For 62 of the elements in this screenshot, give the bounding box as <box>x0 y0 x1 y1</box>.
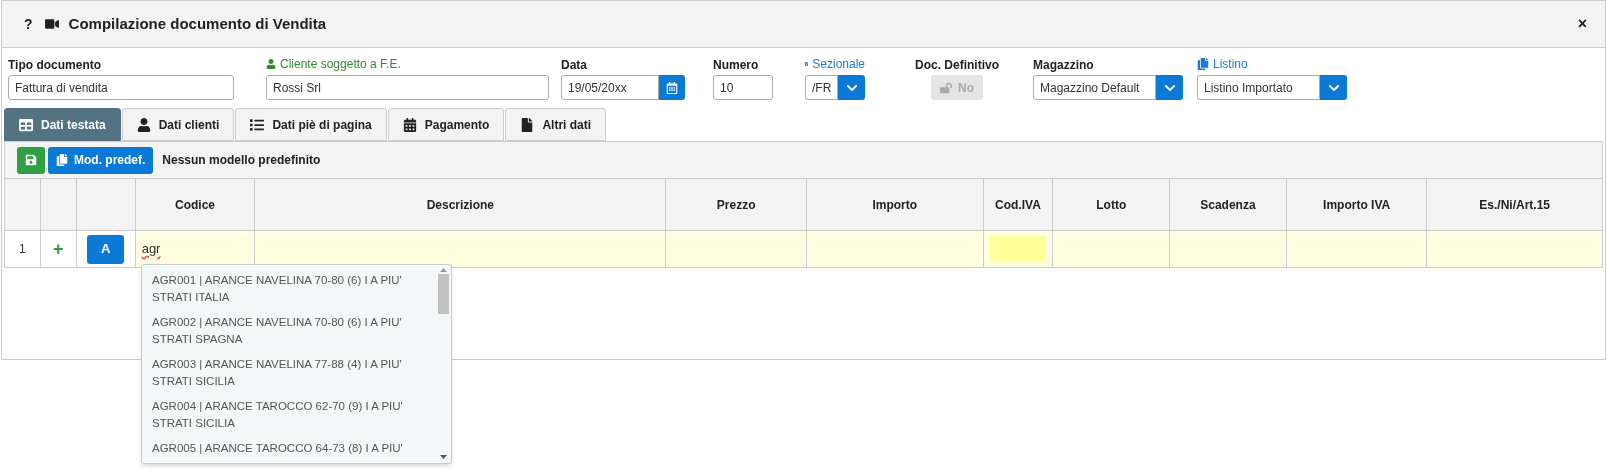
select-value: Listino Importato <box>1197 75 1320 100</box>
calendar-button[interactable] <box>659 75 685 100</box>
select-field[interactable]: Listino Importato <box>1197 75 1347 100</box>
scroll-down-icon[interactable] <box>440 455 447 459</box>
column-header: Es./Ni/Art.15 <box>1479 196 1551 214</box>
field-label-link[interactable]: Listino <box>1213 55 1248 73</box>
text-field[interactable]: 10 <box>713 75 773 100</box>
column-header: Lotto <box>1096 196 1127 214</box>
window-title: Compilazione documento di Vendita <box>68 13 327 34</box>
field-label: Magazzino <box>1033 57 1094 72</box>
code-input[interactable]: agr <box>141 239 161 259</box>
select-field[interactable]: Magazzino Default <box>1033 75 1183 100</box>
suggestion-item[interactable]: AGR004 | ARANCE TAROCCO 62-70 (9) I A PIU' STRATI SICILIA <box>142 394 436 436</box>
unlock-icon <box>940 81 952 94</box>
calendar-icon <box>666 81 678 94</box>
select-field[interactable]: /FR <box>805 75 865 100</box>
field-label: Tipo documento <box>8 57 102 72</box>
table-icon <box>19 117 33 132</box>
column-header: Prezzo <box>716 196 756 214</box>
copy-icon <box>1197 58 1209 70</box>
suggestion-item[interactable]: AGR005 | ARANCE TAROCCO 64-73 (8) I A PIU' <box>142 436 436 461</box>
suggestion-item[interactable]: AGR001 | ARANCE NAVELINA 70-80 (6) I A PIU' STRATI ITALIA <box>142 268 436 310</box>
tab[interactable]: Dati clienti <box>121 108 235 141</box>
video-icon[interactable] <box>44 17 59 31</box>
row-number: 1 <box>19 241 26 258</box>
copy-icon <box>56 154 68 166</box>
tab[interactable]: Altri dati <box>505 108 607 141</box>
tab[interactable]: Dati testata <box>4 108 121 141</box>
column-header: Cod.IVA <box>995 196 1041 214</box>
column-header: Codice <box>175 196 216 214</box>
tab[interactable]: Pagamento <box>387 108 505 141</box>
save-button[interactable] <box>17 146 45 174</box>
field-label-link[interactable]: Sezionale <box>812 55 865 73</box>
column-header: Scadenza <box>1200 196 1256 214</box>
select-value: /FR <box>805 75 838 100</box>
vat-code-field[interactable] <box>989 236 1047 262</box>
template-button[interactable]: Mod. predef. <box>48 146 154 174</box>
save-icon <box>25 154 37 166</box>
field-label: Doc. Definitivo <box>915 57 999 72</box>
mode-button[interactable]: A <box>87 234 125 264</box>
help-button[interactable]: ? <box>24 13 33 35</box>
column-header: Importo IVA <box>1323 196 1391 214</box>
date-field[interactable]: 19/05/20xx <box>561 75 659 100</box>
template-status: Nessun modello predefinito <box>162 152 321 169</box>
field-label: Data <box>561 57 587 72</box>
user-icon <box>266 59 276 69</box>
field-label: Numero <box>713 57 759 72</box>
file-icon <box>520 117 535 132</box>
suggestion-item[interactable]: AGR003 | ARANCE NAVELINA 77-88 (4) I A PIU' STRATI SICILIA <box>142 352 436 394</box>
text-field[interactable]: Fattura di vendita <box>8 75 234 100</box>
list-icon <box>250 117 265 132</box>
column-header: Descrizione <box>426 196 495 214</box>
column-header: Importo <box>872 196 918 214</box>
user-icon <box>136 117 151 132</box>
field-label: Cliente soggetto a F.E. <box>280 56 401 73</box>
calendar-icon <box>402 117 417 132</box>
close-button[interactable]: × <box>1577 12 1587 36</box>
suggestion-item[interactable]: AGR002 | ARANCE NAVELINA 70-80 (6) I A PIU' STRATI SPAGNA <box>142 310 436 352</box>
scrollbar-thumb[interactable] <box>438 274 449 314</box>
tab[interactable]: Dati piè di pagina <box>235 108 387 141</box>
select-value: Magazzino Default <box>1033 75 1156 100</box>
text-field[interactable]: Rossi Srl <box>266 75 549 100</box>
